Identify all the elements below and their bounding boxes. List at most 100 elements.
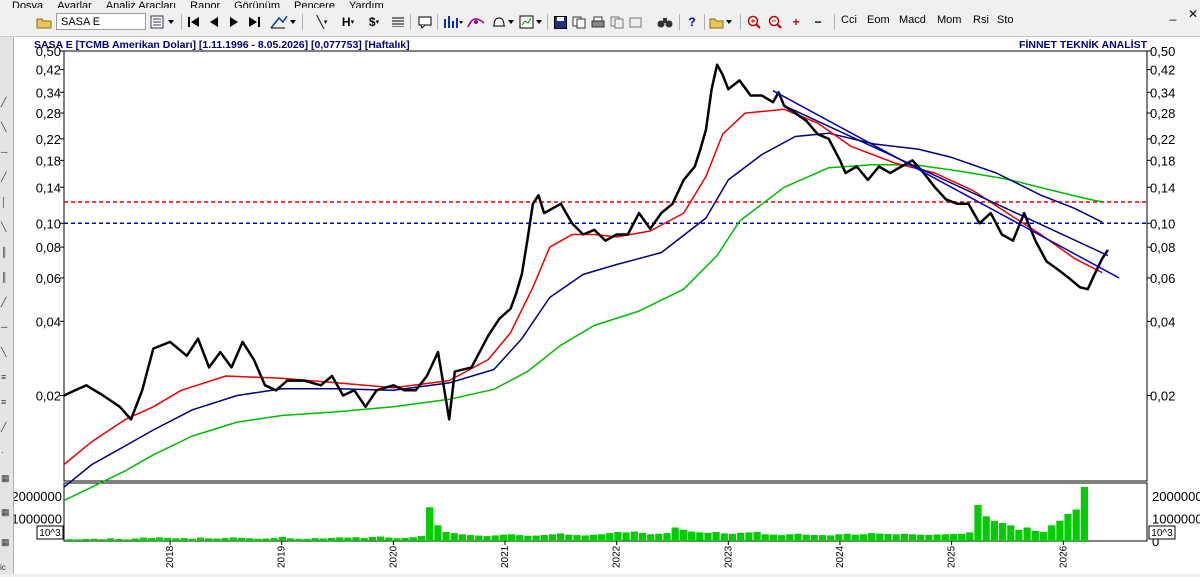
minus-icon[interactable]: − <box>810 12 826 32</box>
volume-bar <box>434 525 442 542</box>
sidebar-label: ic <box>0 563 6 572</box>
sidebar-tool-icon[interactable]: ║ <box>1 272 7 282</box>
plus-icon[interactable]: + <box>788 12 804 32</box>
binoculars-icon[interactable] <box>656 12 674 32</box>
sidebar-tool-icon[interactable]: ╲ <box>1 122 6 133</box>
volume-bar <box>786 534 794 542</box>
volume-bar <box>278 536 286 541</box>
settings-icon[interactable] <box>466 12 486 32</box>
y-tick-label-left: 0,02 <box>36 389 61 404</box>
volume-bar <box>237 537 246 541</box>
sidebar-tool-icon[interactable]: ─ <box>1 147 7 157</box>
close-icon[interactable]: ✕ <box>1186 8 1200 22</box>
volume-bar <box>548 534 557 542</box>
volume-bar <box>74 539 82 541</box>
sidebar-tool-icon[interactable]: ╲ <box>1 347 6 358</box>
volume-bar <box>753 532 761 541</box>
save-icon[interactable] <box>552 12 568 32</box>
x-tick-label: 2021 <box>500 545 511 568</box>
sidebar-tool-icon[interactable]: ≡ <box>1 372 6 382</box>
indicator-sto[interactable]: Sto <box>997 14 1014 26</box>
volume-bar <box>1015 529 1023 542</box>
sidebar-tool-icon[interactable]: · <box>1 447 4 457</box>
volume-bar <box>614 532 622 541</box>
sidebar-tool-icon[interactable]: ╲ <box>1 222 6 233</box>
volume-bar <box>663 533 671 541</box>
next-icon[interactable] <box>226 12 242 32</box>
horizontal-line-icon[interactable]: H ▾ <box>336 12 360 32</box>
volume-bar <box>598 534 606 542</box>
chart-header: SASA E [TCMB Amerikan Doları] [1.11.1996… <box>34 39 410 51</box>
y-tick-label-right: 0,22 <box>1150 132 1175 147</box>
copy-icon[interactable] <box>609 12 625 32</box>
symbol-input[interactable]: SASA E <box>56 13 146 30</box>
sidebar-tool-icon[interactable]: ≡ <box>1 397 6 407</box>
indicator-cci[interactable]: Cci <box>841 14 857 26</box>
volume-bar <box>213 538 221 541</box>
interval-icon[interactable] <box>148 12 178 32</box>
sidebar-tool-icon[interactable]: ╱ <box>1 297 6 308</box>
prev-icon[interactable] <box>206 12 222 32</box>
print-icon[interactable] <box>590 12 606 32</box>
volume-bar <box>352 537 360 541</box>
volume-bar <box>925 534 933 541</box>
comment-icon[interactable] <box>416 12 434 32</box>
help-icon[interactable]: ? <box>684 12 700 32</box>
volume-bar <box>327 537 336 541</box>
volume-bar <box>499 534 507 541</box>
minimize-icon[interactable]: _ <box>1166 8 1180 22</box>
sidebar-tool-icon[interactable]: ║ <box>1 247 7 257</box>
draw-tools-icon[interactable] <box>268 12 298 32</box>
zoom-out-icon[interactable] <box>767 12 783 32</box>
sidebar-tool-icon[interactable]: ▦ <box>1 537 10 548</box>
last-icon[interactable] <box>246 12 262 32</box>
indicator-macd[interactable]: Macd <box>899 14 926 26</box>
zoom-in-icon[interactable] <box>746 12 762 32</box>
volume-bar <box>810 534 818 541</box>
template-icon[interactable] <box>518 12 544 32</box>
first-icon[interactable] <box>186 12 202 32</box>
volume-bar <box>704 532 712 541</box>
dollar-icon[interactable]: $ ▾ <box>362 12 386 32</box>
alarm-icon[interactable] <box>490 12 516 32</box>
y-tick-label-right: 0,18 <box>1150 153 1175 168</box>
volume-bar <box>393 538 401 541</box>
chart-type-icon[interactable] <box>442 12 464 32</box>
volume-bar <box>123 539 131 541</box>
volume-bar <box>573 535 581 541</box>
sidebar-tool-icon[interactable]: ─ <box>1 322 7 332</box>
volume-bar <box>557 533 565 541</box>
sidebar-tool-icon[interactable]: ╱ <box>1 97 6 108</box>
y-tick-label-right: 0,14 <box>1150 180 1175 195</box>
volume-tick-label-right: 2000000 <box>1152 489 1200 504</box>
volume-bar <box>958 533 966 541</box>
sidebar-tool-icon[interactable]: ▦ <box>1 473 10 484</box>
sidebar-tool-icon[interactable]: ╱ <box>1 422 6 433</box>
volume-bar <box>450 533 458 541</box>
copy-icon[interactable] <box>628 12 644 32</box>
indicator-rsi[interactable]: Rsi <box>973 14 989 26</box>
volume-bar <box>139 537 147 541</box>
indicator-eom[interactable]: Eom <box>867 14 890 26</box>
volume-bar <box>949 534 958 541</box>
volume-bar <box>966 532 974 541</box>
volume-bar <box>532 535 540 541</box>
x-tick-label: 2022 <box>612 545 623 568</box>
line-icon[interactable]: ╲ ▾ <box>310 12 334 32</box>
price-chart[interactable]: SASA E [TCMB Amerikan Doları] [1.11.1996… <box>11 37 1200 574</box>
folder-icon[interactable] <box>708 12 734 32</box>
y-tick-label-left: 0,34 <box>36 85 61 100</box>
open-icon[interactable] <box>34 12 54 32</box>
sidebar-tool-icon[interactable]: ▦ <box>1 507 10 518</box>
volume-bar <box>679 529 687 542</box>
copy-icon[interactable] <box>571 12 587 32</box>
sidebar-tool-icon[interactable]: │ <box>1 197 7 207</box>
y-tick-label-right: 0,34 <box>1150 85 1175 100</box>
y-tick-label-left: 0,50 <box>36 44 61 59</box>
indicator-mom[interactable]: Mom <box>937 14 961 26</box>
sidebar-tool-icon[interactable]: ╱ <box>1 172 6 183</box>
chart-window[interactable]: SASA E [TCMB Amerikan Doları] [1.11.1996… <box>11 37 1200 574</box>
list-icon[interactable] <box>390 12 406 32</box>
volume-bar <box>974 505 982 541</box>
volume-bar <box>818 535 827 541</box>
